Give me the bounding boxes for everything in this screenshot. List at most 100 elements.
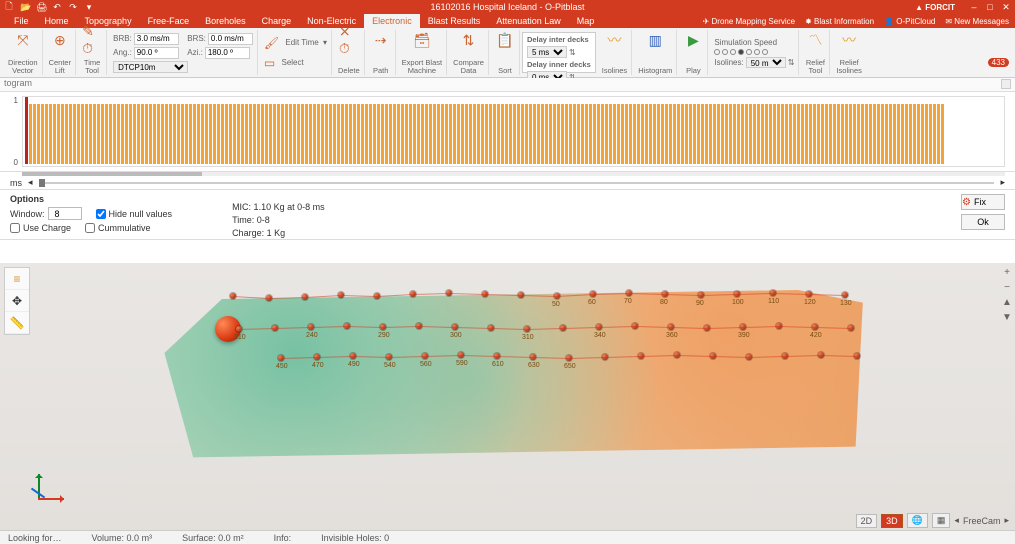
spinner-icon[interactable]: ⇅ — [788, 58, 795, 67]
spinner-icon[interactable]: ⇅ — [569, 48, 576, 57]
tab-free-face[interactable]: Free-Face — [140, 14, 198, 28]
direction-vector-button[interactable]: ⤧ Direction Vector — [4, 30, 43, 75]
qat-undo-icon[interactable]: ↶ — [52, 2, 62, 13]
minimize-button[interactable]: – — [969, 2, 979, 13]
time-slider-track[interactable] — [39, 182, 995, 184]
histogram-bar — [733, 104, 736, 164]
cummulative-checkbox[interactable]: Cummulative — [85, 223, 151, 233]
histogram-bar — [509, 104, 512, 164]
histogram-plot[interactable] — [22, 96, 1005, 167]
histogram-bar — [901, 104, 904, 164]
tab-blast-results[interactable]: Blast Results — [420, 14, 489, 28]
relief-isolines-button[interactable]: 〰Relief Isolines — [832, 30, 865, 75]
azi-input[interactable] — [205, 47, 250, 59]
histogram-bar — [837, 104, 840, 164]
fix-button[interactable]: ⚙Fix — [961, 194, 1005, 210]
histogram-bar — [705, 104, 708, 164]
view-3d-button[interactable]: 3D — [881, 514, 903, 528]
sort-button[interactable]: 📋Sort — [491, 30, 520, 75]
vt-plus-button[interactable]: + — [1004, 267, 1010, 278]
status-looking: Looking for… — [8, 533, 62, 543]
detonator-select[interactable]: DTCP10m — [113, 61, 188, 73]
simulation-speed-radios[interactable] — [714, 49, 794, 55]
hide-null-checkbox[interactable]: Hide null values — [96, 207, 173, 220]
vt-rows-icon[interactable]: ≡ — [5, 268, 29, 290]
qat-new-icon[interactable]: 🗋 — [4, 0, 14, 15]
histogram-bar — [561, 104, 564, 164]
vt-down-button[interactable]: ▼ — [1002, 312, 1012, 323]
isolines-button[interactable]: 〰Isolines — [598, 30, 632, 75]
tab-home[interactable]: Home — [37, 14, 77, 28]
histogram-bar — [657, 104, 660, 164]
viewport-3d[interactable]: ≡ ✥ 📏 + − ▲ ▼ 50607080901001101201302102… — [0, 263, 1015, 530]
tab-attenuation-law[interactable]: Attenuation Law — [488, 14, 569, 28]
edit-time-button[interactable]: 🖌 Edit Time ▾ — [264, 36, 327, 50]
close-button[interactable]: ✕ — [1001, 2, 1011, 13]
histogram-bar — [221, 104, 224, 164]
vt-ruler-icon[interactable]: 📏 — [5, 312, 29, 334]
maximize-button[interactable]: □ — [985, 2, 995, 13]
histogram-bar — [177, 104, 180, 164]
vt-up-button[interactable]: ▲ — [1002, 297, 1012, 308]
relief-tool-button[interactable]: 〽Relief Tool — [801, 30, 830, 75]
histogram-bar — [77, 104, 80, 164]
tab-electronic[interactable]: Electronic — [364, 14, 420, 28]
axes-gizmo — [24, 474, 64, 514]
export-blast-machine-button[interactable]: 🗃Export Blast Machine — [398, 30, 447, 75]
slider-step-forward-button[interactable]: ▸ — [1000, 177, 1005, 188]
histogram-bar — [385, 104, 388, 164]
time-slider-knob[interactable] — [39, 179, 45, 187]
histogram-bar — [557, 104, 560, 164]
qat-print-icon[interactable]: 🖨 — [36, 2, 46, 13]
brb-input[interactable] — [134, 33, 179, 45]
histogram-close-button[interactable] — [1001, 79, 1011, 89]
tab-file[interactable]: File — [6, 14, 37, 28]
slider-step-back-button[interactable]: ◂ — [28, 177, 33, 188]
histogram-bar — [609, 104, 612, 164]
select-button[interactable]: ▭ Select — [264, 56, 327, 70]
path-button[interactable]: ⇢Path — [367, 30, 396, 75]
qat-dropdown-icon[interactable]: ▾ — [84, 2, 94, 13]
vt-crosshair-icon[interactable]: ✥ — [5, 290, 29, 312]
histogram-bar — [817, 104, 820, 164]
histogram-bar — [401, 104, 404, 164]
tab-boreholes[interactable]: Boreholes — [197, 14, 254, 28]
play-button[interactable]: ▶Play — [679, 30, 708, 75]
vt-minus-button[interactable]: − — [1004, 282, 1010, 293]
qat-redo-icon[interactable]: ↷ — [68, 2, 78, 13]
qat-open-icon[interactable]: 📂 — [20, 2, 30, 13]
tab-charge[interactable]: Charge — [254, 14, 300, 28]
histogram-bar — [445, 104, 448, 164]
tab-map[interactable]: Map — [569, 14, 603, 28]
sort-icon: 📋 — [495, 30, 515, 50]
ang-input[interactable] — [134, 47, 179, 59]
notification-badge[interactable]: 433 — [988, 58, 1009, 67]
histogram-bar — [765, 104, 768, 164]
histogram-bar — [793, 104, 796, 164]
compare-data-button[interactable]: ⇅Compare Data — [449, 30, 489, 75]
link-blast-information[interactable]: ✸ Blast Information — [805, 17, 874, 26]
link-drone-mapping[interactable]: ✈ Drone Mapping Service — [703, 17, 796, 26]
link-new-messages[interactable]: ✉ New Messages — [945, 17, 1009, 26]
window-input[interactable] — [48, 207, 82, 220]
delete-button[interactable]: ⨯⏱Delete — [334, 30, 365, 75]
histogram-bar — [213, 104, 216, 164]
brs-input[interactable] — [208, 33, 253, 45]
histogram-bar — [785, 104, 788, 164]
histogram-bar — [453, 104, 456, 164]
histogram-button[interactable]: ▥Histogram — [634, 30, 677, 75]
view-globe-button[interactable]: 🌐 — [907, 513, 928, 528]
link-o-pitcloud[interactable]: 👤 O-PitCloud — [884, 17, 935, 26]
view-2d-button[interactable]: 2D — [856, 514, 878, 528]
view-box-button[interactable]: ▦ — [932, 513, 951, 528]
options-column: Options Window: Hide null values Use Cha… — [10, 194, 172, 235]
time-slider-unit: ms — [10, 178, 22, 188]
sim-isolines-select[interactable]: 50 ms — [746, 57, 786, 68]
histogram-bar — [301, 104, 304, 164]
ok-button[interactable]: Ok — [961, 214, 1005, 230]
histogram-bar — [525, 104, 528, 164]
time-tool-button[interactable]: ✎⏱ Time Tool — [78, 30, 107, 75]
use-charge-checkbox[interactable]: Use Charge — [10, 223, 71, 233]
center-lift-button[interactable]: ⊕ Center Lift — [45, 30, 77, 75]
delay-inter-select[interactable]: 5 ms — [527, 46, 567, 58]
